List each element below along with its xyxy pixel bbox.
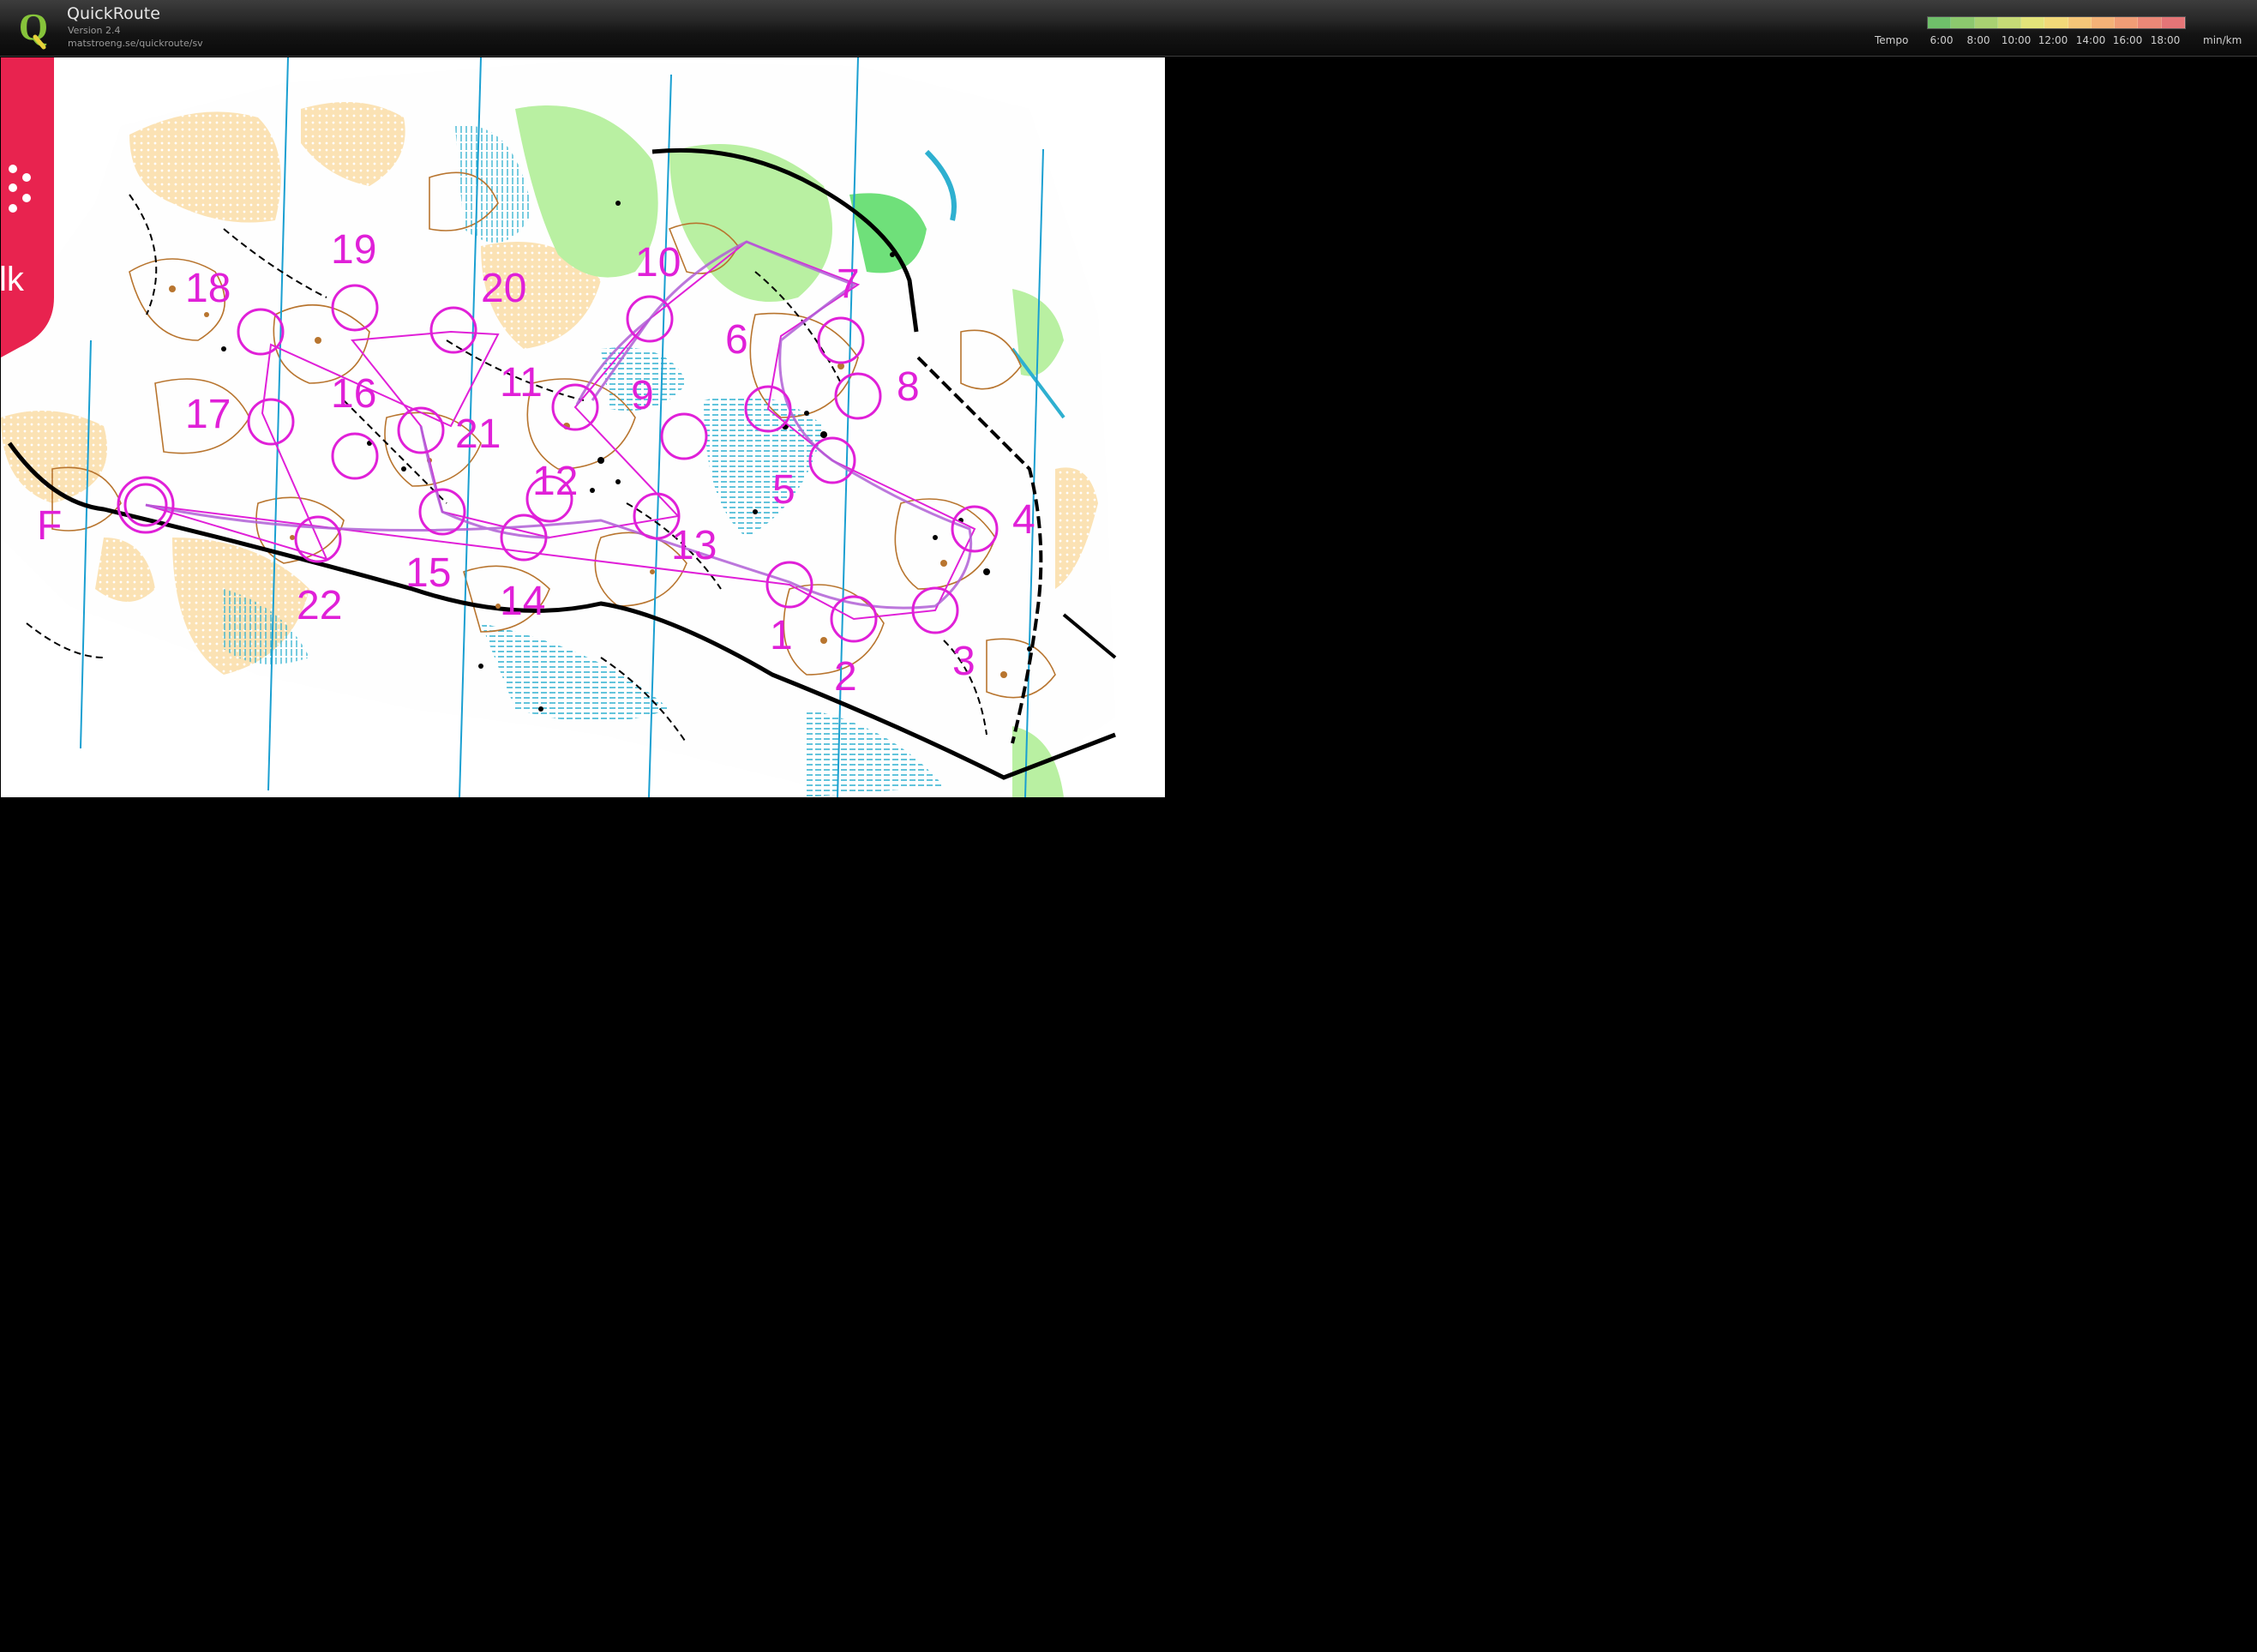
control-number: 3 xyxy=(952,639,975,684)
control-number: 21 xyxy=(455,411,501,457)
tempo-scale-segment xyxy=(2068,17,2092,28)
tempo-scale-segment xyxy=(2161,17,2185,28)
tempo-tick: 10:00 xyxy=(2001,34,2032,46)
control-number: 1 xyxy=(770,613,793,658)
tempo-color-scale xyxy=(1927,16,2186,29)
control-number: 7 xyxy=(837,261,860,307)
tempo-scale-segment xyxy=(2044,17,2068,28)
control-number: 14 xyxy=(500,579,545,624)
tempo-scale-segment xyxy=(2021,17,2045,28)
control-number: 9 xyxy=(631,373,654,418)
tempo-legend-ticks: 6:00 8:00 10:00 12:00 14:00 16:00 18:00 xyxy=(0,34,2257,48)
tempo-legend-unit: min/km xyxy=(2203,34,2242,46)
control-number: 4 xyxy=(1012,497,1035,543)
tempo-scale-segment xyxy=(2138,17,2162,28)
tempo-tick: 16:00 xyxy=(2112,34,2143,46)
control-number: 5 xyxy=(772,467,795,513)
control-number: 19 xyxy=(331,227,376,273)
control-number: 18 xyxy=(185,266,231,311)
control-number: 6 xyxy=(725,317,748,363)
control-number: 13 xyxy=(671,523,717,568)
finish-label: F xyxy=(37,503,62,549)
control-number: 16 xyxy=(331,371,376,417)
tempo-tick: 8:00 xyxy=(1966,34,1990,46)
control-number: 2 xyxy=(834,654,857,700)
orienteering-map-view[interactable]: lk 1 2 3 4 5 6 7 8 9 10 11 12 13 14 15 1… xyxy=(1,57,1165,797)
empty-canvas-area xyxy=(0,798,2257,1652)
control-number: 15 xyxy=(405,550,451,596)
title-bar: Q QuickRoute Version 2.4 matstroeng.se/q… xyxy=(0,0,2257,57)
control-number: 11 xyxy=(500,360,543,405)
tempo-tick: 14:00 xyxy=(2075,34,2106,46)
tempo-tick: 12:00 xyxy=(2038,34,2068,46)
control-number: 17 xyxy=(185,392,231,437)
banner-text: lk xyxy=(1,261,25,298)
tempo-scale-segment xyxy=(1974,17,1998,28)
orienteering-map[interactable]: lk 1 2 3 4 5 6 7 8 9 10 11 12 13 14 15 1… xyxy=(1,57,1165,797)
tempo-tick: 6:00 xyxy=(1930,34,1954,46)
tempo-scale-segment xyxy=(1951,17,1975,28)
control-number: 20 xyxy=(481,266,526,311)
tempo-scale-segment xyxy=(2115,17,2139,28)
tempo-scale-segment xyxy=(2091,17,2116,28)
control-number: 12 xyxy=(532,459,578,504)
tempo-scale-segment xyxy=(1928,17,1952,28)
tempo-scale-segment xyxy=(1997,17,2022,28)
control-number: 22 xyxy=(297,583,342,628)
control-number: 10 xyxy=(635,240,681,285)
app-title: QuickRoute xyxy=(67,4,160,23)
control-number: 8 xyxy=(897,364,920,410)
tempo-tick: 18:00 xyxy=(2150,34,2181,46)
